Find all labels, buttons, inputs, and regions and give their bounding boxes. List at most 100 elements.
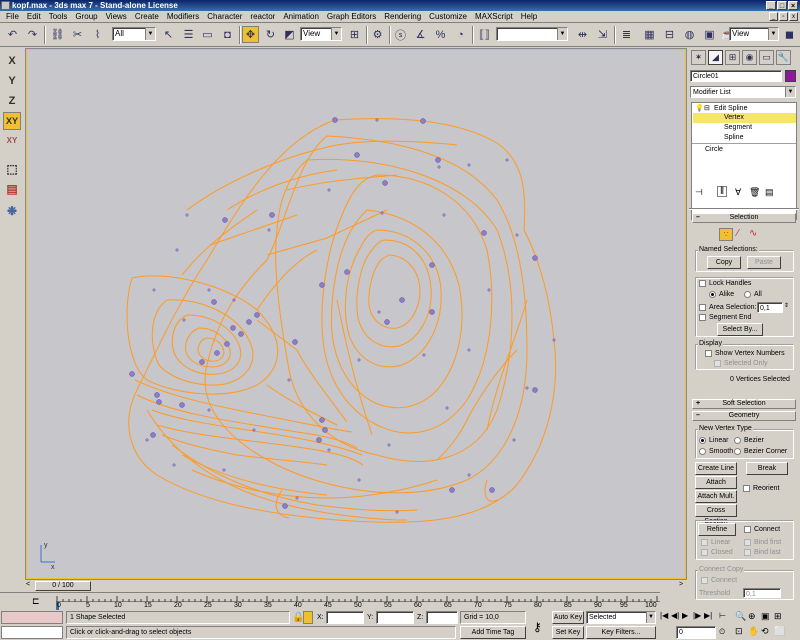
menu-views[interactable]: Views	[102, 11, 131, 23]
curve-editor-icon[interactable]: ▦	[641, 26, 658, 43]
pan-icon[interactable]: ✋	[748, 626, 759, 637]
modify-tab-icon[interactable]: ◢	[708, 50, 723, 65]
spinner-snap-icon[interactable]: ◔	[452, 26, 469, 43]
y-coordinate-field[interactable]	[376, 611, 414, 624]
area-selection-checkbox[interactable]	[699, 304, 706, 311]
spinner-arrows-icon[interactable]: ⇕	[784, 302, 789, 311]
z-coordinate-field[interactable]	[426, 611, 458, 624]
menu-maxscript[interactable]: MAXScript	[471, 11, 517, 23]
select-and-link-icon[interactable]: ⛓	[49, 26, 66, 43]
next-frame-icon[interactable]: >	[679, 581, 683, 588]
reference-coordinate-dropdown[interactable]: View ▼	[300, 27, 342, 41]
rectangular-selection-icon[interactable]: ▭	[199, 26, 216, 43]
time-slider[interactable]: 0 / 100 < >	[26, 580, 686, 592]
remove-modifier-icon[interactable]: 🗑	[749, 188, 760, 197]
show-end-result-icon[interactable]: ‖	[717, 186, 728, 197]
zoom-extents-icon[interactable]: ▣	[761, 611, 770, 622]
minimize-button[interactable]: _	[766, 1, 776, 10]
lock-handles-checkbox[interactable]	[699, 280, 706, 287]
maxscript-listener-mini[interactable]	[1, 611, 63, 624]
key-icon[interactable]: ⚷	[533, 620, 542, 634]
window-crossing-icon[interactable]: ◘	[219, 26, 236, 43]
constrain-xy-button[interactable]: XY	[3, 112, 21, 130]
bind-first-checkbox[interactable]	[744, 539, 751, 546]
x-coordinate-field[interactable]	[326, 611, 364, 624]
align-icon[interactable]: ⇲	[594, 26, 611, 43]
select-by-button[interactable]: Select By...	[717, 323, 763, 336]
render-scene-icon[interactable]: ▣	[701, 26, 718, 43]
angle-snap-icon[interactable]: ∡	[412, 26, 429, 43]
vertex-subobject-icon[interactable]: ∵	[719, 228, 733, 241]
material-editor-icon[interactable]: ◍	[681, 26, 698, 43]
zoom-icon[interactable]: 🔍	[735, 611, 746, 622]
reorient-checkbox[interactable]	[743, 485, 750, 492]
make-unique-icon[interactable]: ∀	[735, 188, 741, 197]
select-and-scale-icon[interactable]: ◩	[281, 26, 298, 43]
configure-modifier-sets-icon[interactable]: ▤	[765, 188, 774, 197]
maxscript-input-mini[interactable]	[1, 626, 63, 639]
key-mode-dropdown[interactable]: Selected ▼	[586, 611, 656, 624]
menu-graph-editors[interactable]: Graph Editors	[323, 11, 380, 23]
percent-snap-icon[interactable]: %	[432, 26, 449, 43]
soft-selection-rollout-header[interactable]: + Soft Selection	[692, 399, 796, 409]
mdi-close-button[interactable]: x	[789, 12, 798, 21]
spline-subobject-icon[interactable]: ∿	[749, 228, 757, 239]
play-icon[interactable]: ▶	[682, 611, 688, 620]
alike-radio[interactable]	[709, 291, 716, 298]
hierarchy-tab-icon[interactable]: ⊞	[725, 50, 740, 65]
cross-section-button[interactable]: Cross Section	[695, 504, 737, 525]
create-tab-icon[interactable]: ✶	[691, 50, 706, 65]
menu-reactor[interactable]: reactor	[246, 11, 279, 23]
add-time-tag-button[interactable]: Add Time Tag	[460, 626, 526, 639]
time-configuration-icon[interactable]: ⏲	[719, 627, 725, 637]
redo-icon[interactable]: ↷	[24, 26, 41, 43]
create-line-button[interactable]: Create Line	[695, 462, 737, 475]
stack-item-edit-spline[interactable]: Edit Spline	[714, 104, 747, 113]
display-tab-icon[interactable]: ▭	[759, 50, 774, 65]
bind-space-warp-icon[interactable]: ⌇	[89, 26, 106, 43]
stack-item-segment[interactable]: Segment	[724, 123, 752, 132]
all-radio[interactable]	[744, 291, 751, 298]
key-filters-button[interactable]: Key Filters...	[586, 626, 656, 639]
schematic-view-icon[interactable]: ⊟	[661, 26, 678, 43]
region-zoom-icon[interactable]: ⊡	[735, 626, 743, 637]
set-key-button[interactable]: Set Key	[552, 626, 584, 639]
connect-copy-checkbox[interactable]	[701, 577, 708, 584]
undo-icon[interactable]: ↶	[4, 26, 21, 43]
menu-animation[interactable]: Animation	[279, 11, 323, 23]
motion-tab-icon[interactable]: ◉	[742, 50, 757, 65]
menu-edit[interactable]: Edit	[23, 11, 45, 23]
selected-only-checkbox[interactable]	[714, 360, 721, 367]
stack-item-circle[interactable]: Circle	[705, 145, 723, 154]
menu-customize[interactable]: Customize	[425, 11, 471, 23]
area-selection-spinner[interactable]: 0,1	[757, 302, 783, 313]
linear-refine-checkbox[interactable]	[701, 539, 708, 546]
select-object-icon[interactable]: ↖	[160, 26, 177, 43]
render-type-dropdown[interactable]: View ▼	[729, 27, 779, 41]
time-slider-thumb[interactable]: 0 / 100	[35, 581, 91, 591]
pin-stack-icon[interactable]: ⊣	[695, 188, 703, 197]
prev-frame-icon[interactable]: <	[26, 581, 30, 588]
connect-checkbox[interactable]	[744, 526, 751, 533]
render-last-icon[interactable]: ◼	[781, 26, 798, 43]
mdi-restore-button[interactable]: ▫	[779, 12, 788, 21]
next-frame-icon[interactable]: |▶	[693, 611, 701, 620]
closed-checkbox[interactable]	[701, 549, 708, 556]
named-selection-dropdown[interactable]: ▼	[496, 27, 568, 41]
current-frame-field[interactable]: 0	[676, 626, 716, 639]
smooth-radio[interactable]	[699, 448, 706, 455]
lightbulb-icon[interactable]: 💡	[695, 104, 704, 113]
menu-tools[interactable]: Tools	[45, 11, 72, 23]
collapse-icon[interactable]: ⊟	[704, 104, 710, 113]
modifier-list-dropdown[interactable]: Modifier List ▼	[690, 86, 796, 98]
track-bar[interactable]: ⊏ 0 5 10 15 20 25 30 35 40 45 50 55 60 6…	[0, 592, 660, 610]
select-and-rotate-icon[interactable]: ↻	[262, 26, 279, 43]
snaps-toggle-icon[interactable]: ⓢ	[392, 26, 409, 43]
attach-mult-button[interactable]: Attach Mult.	[695, 490, 737, 503]
go-to-end-icon[interactable]: ▶|	[704, 611, 712, 620]
bezier-corner-radio[interactable]	[734, 448, 741, 455]
zoom-extents-all-icon[interactable]: ⊞	[774, 611, 782, 622]
bind-last-checkbox[interactable]	[744, 549, 751, 556]
selection-filter-dropdown[interactable]: All ▼	[112, 27, 156, 41]
menu-help[interactable]: Help	[517, 11, 541, 23]
